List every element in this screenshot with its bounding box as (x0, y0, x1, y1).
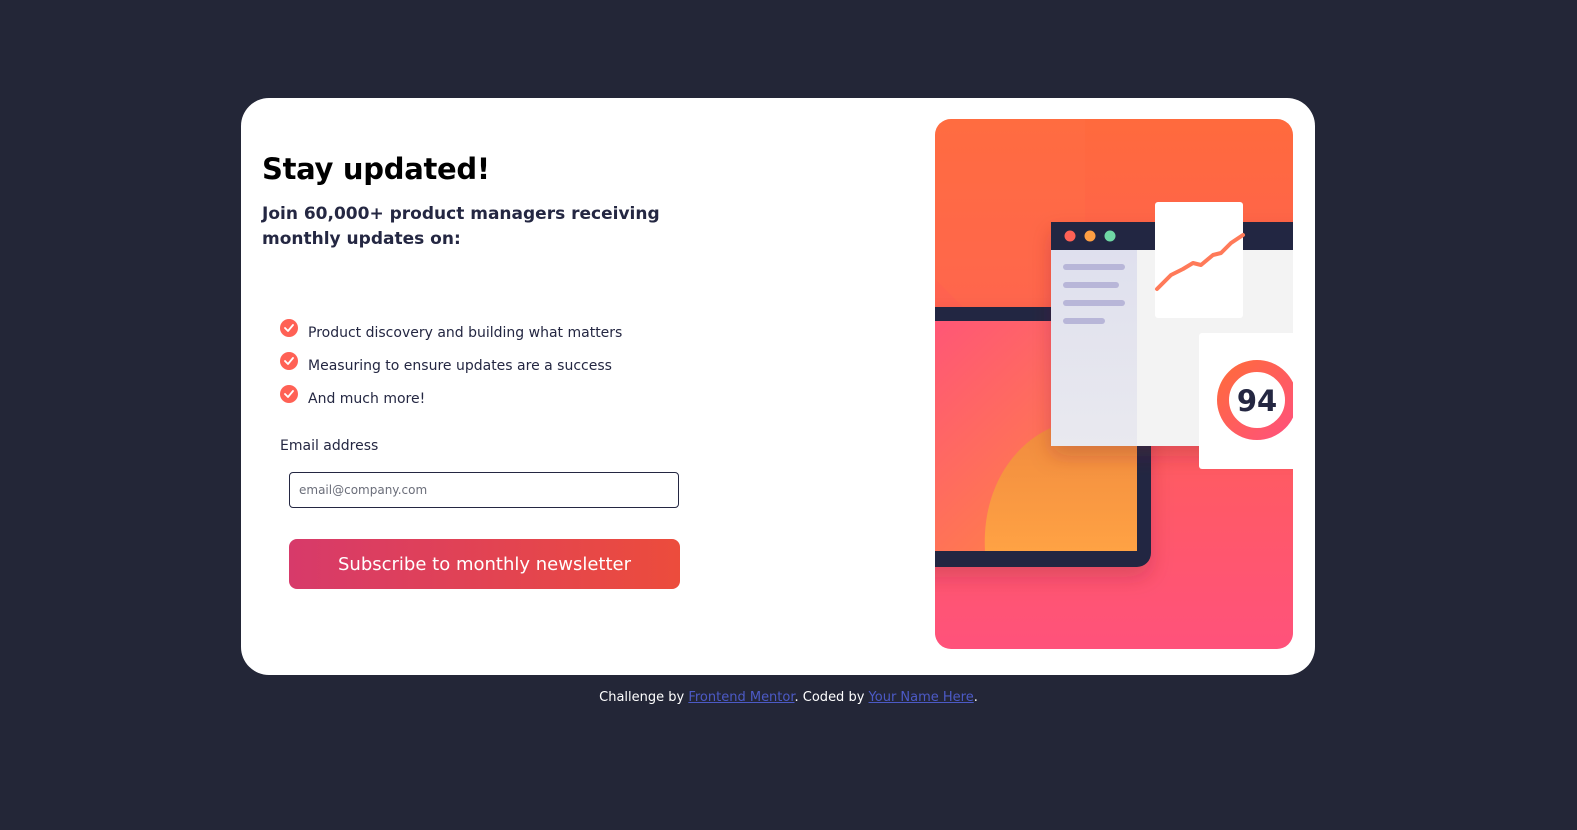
footer-attribution: Challenge by Frontend Mentor. Coded by Y… (0, 690, 1577, 705)
subscribe-button[interactable]: Subscribe to monthly newsletter (289, 539, 680, 589)
footer-suffix: . (973, 690, 978, 705)
footer-prefix: Challenge by (599, 690, 689, 705)
list-item: Measuring to ensure updates are a succes… (280, 352, 622, 385)
feature-text: Measuring to ensure updates are a succes… (308, 358, 612, 374)
feature-list: Product discovery and building what matt… (280, 319, 622, 418)
signup-content: Stay updated! Join 60,000+ product manag… (262, 98, 902, 675)
page-title: Stay updated! (262, 152, 490, 186)
check-icon (280, 352, 298, 370)
author-link[interactable]: Your Name Here (869, 690, 974, 705)
list-item: And much more! (280, 385, 622, 418)
subtitle: Join 60,000+ product managers receiving … (262, 204, 660, 249)
check-icon (280, 319, 298, 337)
score-text: 94 (1237, 384, 1277, 418)
list-item: Product discovery and building what matt… (280, 319, 622, 352)
frontend-mentor-link[interactable]: Frontend Mentor (688, 690, 794, 705)
feature-text: Product discovery and building what matt… (308, 325, 623, 341)
email-label: Email address (280, 438, 379, 454)
hero-illustration: 94 (935, 119, 1293, 649)
illustration-graphic: 94 (935, 119, 1293, 649)
email-field[interactable] (289, 472, 679, 508)
feature-text: And much more! (308, 391, 426, 407)
check-icon (280, 385, 298, 403)
newsletter-card: Stay updated! Join 60,000+ product manag… (241, 98, 1315, 675)
footer-middle: . Coded by (794, 690, 869, 705)
